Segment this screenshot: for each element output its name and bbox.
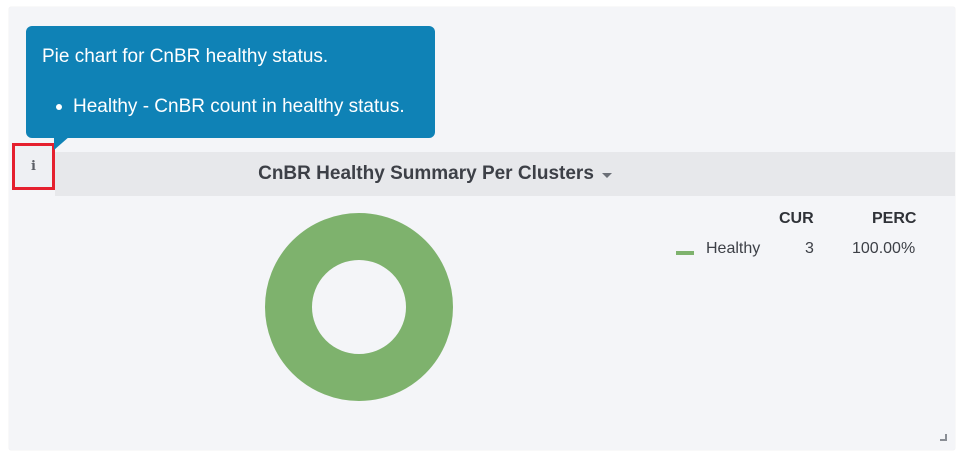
bullet-icon	[56, 104, 62, 110]
panel-title: CnBR Healthy Summary Per Clusters	[258, 163, 594, 184]
info-tooltip: Pie chart for CnBR healthy status. Healt…	[26, 26, 435, 150]
donut-chart[interactable]	[264, 212, 454, 402]
tooltip-list-item: Healthy - CnBR count in healthy status.	[42, 96, 405, 118]
legend-value-cur: 3	[805, 240, 814, 257]
info-icon[interactable]: i	[31, 159, 36, 174]
panel-header[interactable]: CnBR Healthy Summary Per Clusters	[55, 152, 955, 196]
legend-header-perc[interactable]: PERC	[872, 210, 916, 228]
tooltip-item-text: Healthy - CnBR count in healthy status.	[73, 96, 405, 117]
tooltip-title: Pie chart for CnBR healthy status.	[42, 46, 329, 67]
legend-item-healthy[interactable]: Healthy	[706, 240, 760, 258]
pie-slice-healthy[interactable]	[265, 213, 453, 401]
chevron-down-icon[interactable]	[601, 173, 612, 178]
donut-svg	[265, 213, 453, 401]
legend-header-cur[interactable]: CUR	[779, 210, 814, 228]
resize-handle[interactable]	[940, 434, 947, 441]
panel-info-button[interactable]: i	[12, 143, 55, 190]
panel-title-menu[interactable]: CnBR Healthy Summary Per Clusters	[258, 163, 612, 185]
legend-swatch-healthy	[676, 251, 694, 255]
legend-value-perc: 100.00%	[852, 240, 916, 257]
tooltip-list: Healthy - CnBR count in healthy status.	[42, 96, 405, 118]
